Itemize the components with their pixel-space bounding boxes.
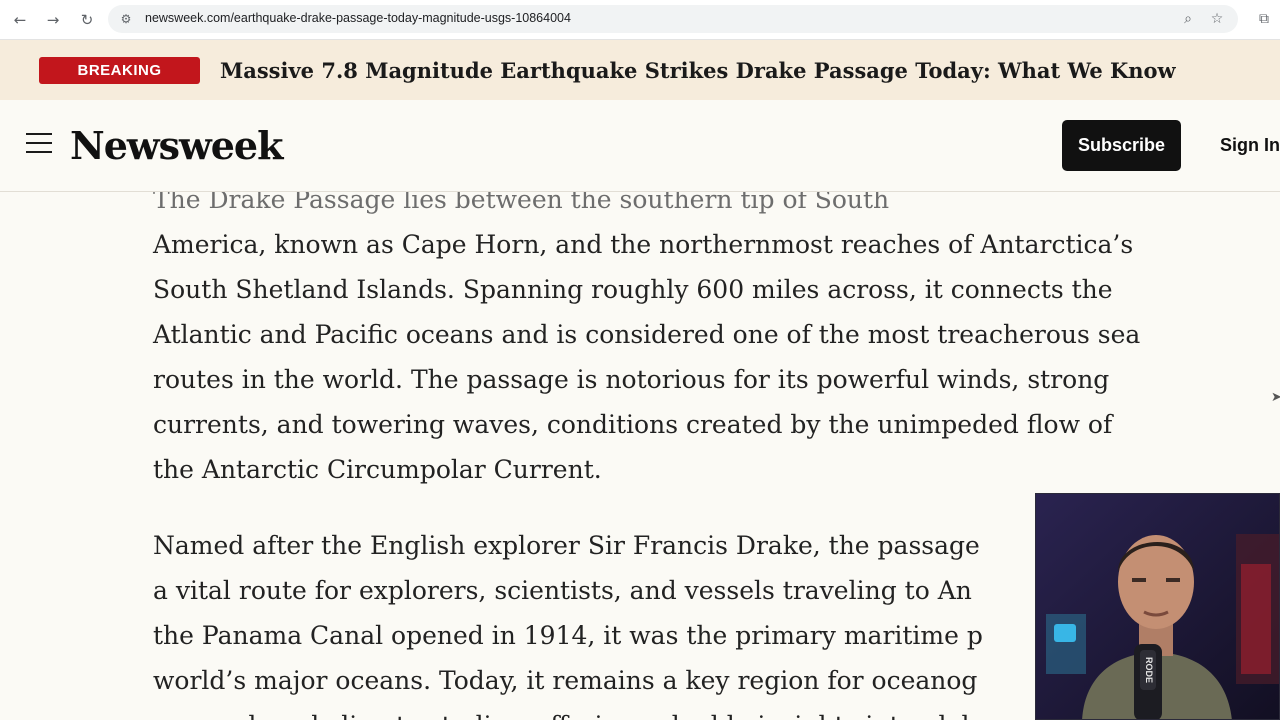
sign-in-link[interactable]: Sign In: [1220, 131, 1280, 159]
webcam-overlay: RODE: [1035, 493, 1280, 720]
site-info-icon[interactable]: ⚙: [118, 11, 134, 27]
forward-arrow-icon[interactable]: →: [42, 9, 64, 31]
bookmark-star-icon[interactable]: ☆: [1208, 10, 1226, 28]
breaking-headline-link[interactable]: Massive 7.8 Magnitude Earthquake Strikes…: [220, 57, 1176, 84]
menu-icon[interactable]: [26, 133, 52, 157]
breaking-badge: BREAKING: [39, 57, 200, 84]
browser-toolbar: ← → ↻ ⚙ newsweek.com/earthquake-drake-pa…: [0, 0, 1280, 40]
reload-icon[interactable]: ↻: [76, 9, 98, 31]
presenter-video: RODE: [1036, 494, 1279, 719]
newsweek-logo[interactable]: Newsweek: [70, 120, 283, 172]
breaking-news-banner: BREAKING Massive 7.8 Magnitude Earthquak…: [0, 40, 1280, 100]
url-text[interactable]: newsweek.com/earthquake-drake-passage-to…: [145, 11, 571, 25]
paragraph-line: The Drake Passage lies between the south…: [153, 192, 890, 214]
paragraph-line: Atlantic and Pacific oceans and is consi…: [153, 320, 1141, 349]
paragraph-line: America, known as Cape Horn, and the nor…: [153, 230, 1134, 259]
address-bar[interactable]: ⚙ newsweek.com/earthquake-drake-passage-…: [108, 5, 1238, 33]
paragraph-line: routes in the world. The passage is noto…: [153, 365, 1110, 394]
mic-label: RODE: [1144, 657, 1154, 683]
back-arrow-icon[interactable]: ←: [9, 9, 31, 31]
paragraph-line: South Shetland Islands. Spanning roughly…: [153, 275, 1113, 304]
zoom-icon[interactable]: ⌕: [1179, 10, 1197, 28]
site-header: Newsweek Subscribe Sign In: [0, 100, 1280, 192]
mouse-cursor-icon: ➤: [1271, 390, 1280, 405]
subscribe-button[interactable]: Subscribe: [1062, 120, 1181, 171]
paragraph-line: the Antarctic Circumpolar Current.: [153, 455, 602, 484]
article-paragraph: The Drake Passage lies between the south…: [153, 192, 1243, 492]
paragraph-line: currents, and towering waves, conditions…: [153, 410, 1113, 439]
extensions-icon[interactable]: ⧉: [1254, 9, 1274, 29]
